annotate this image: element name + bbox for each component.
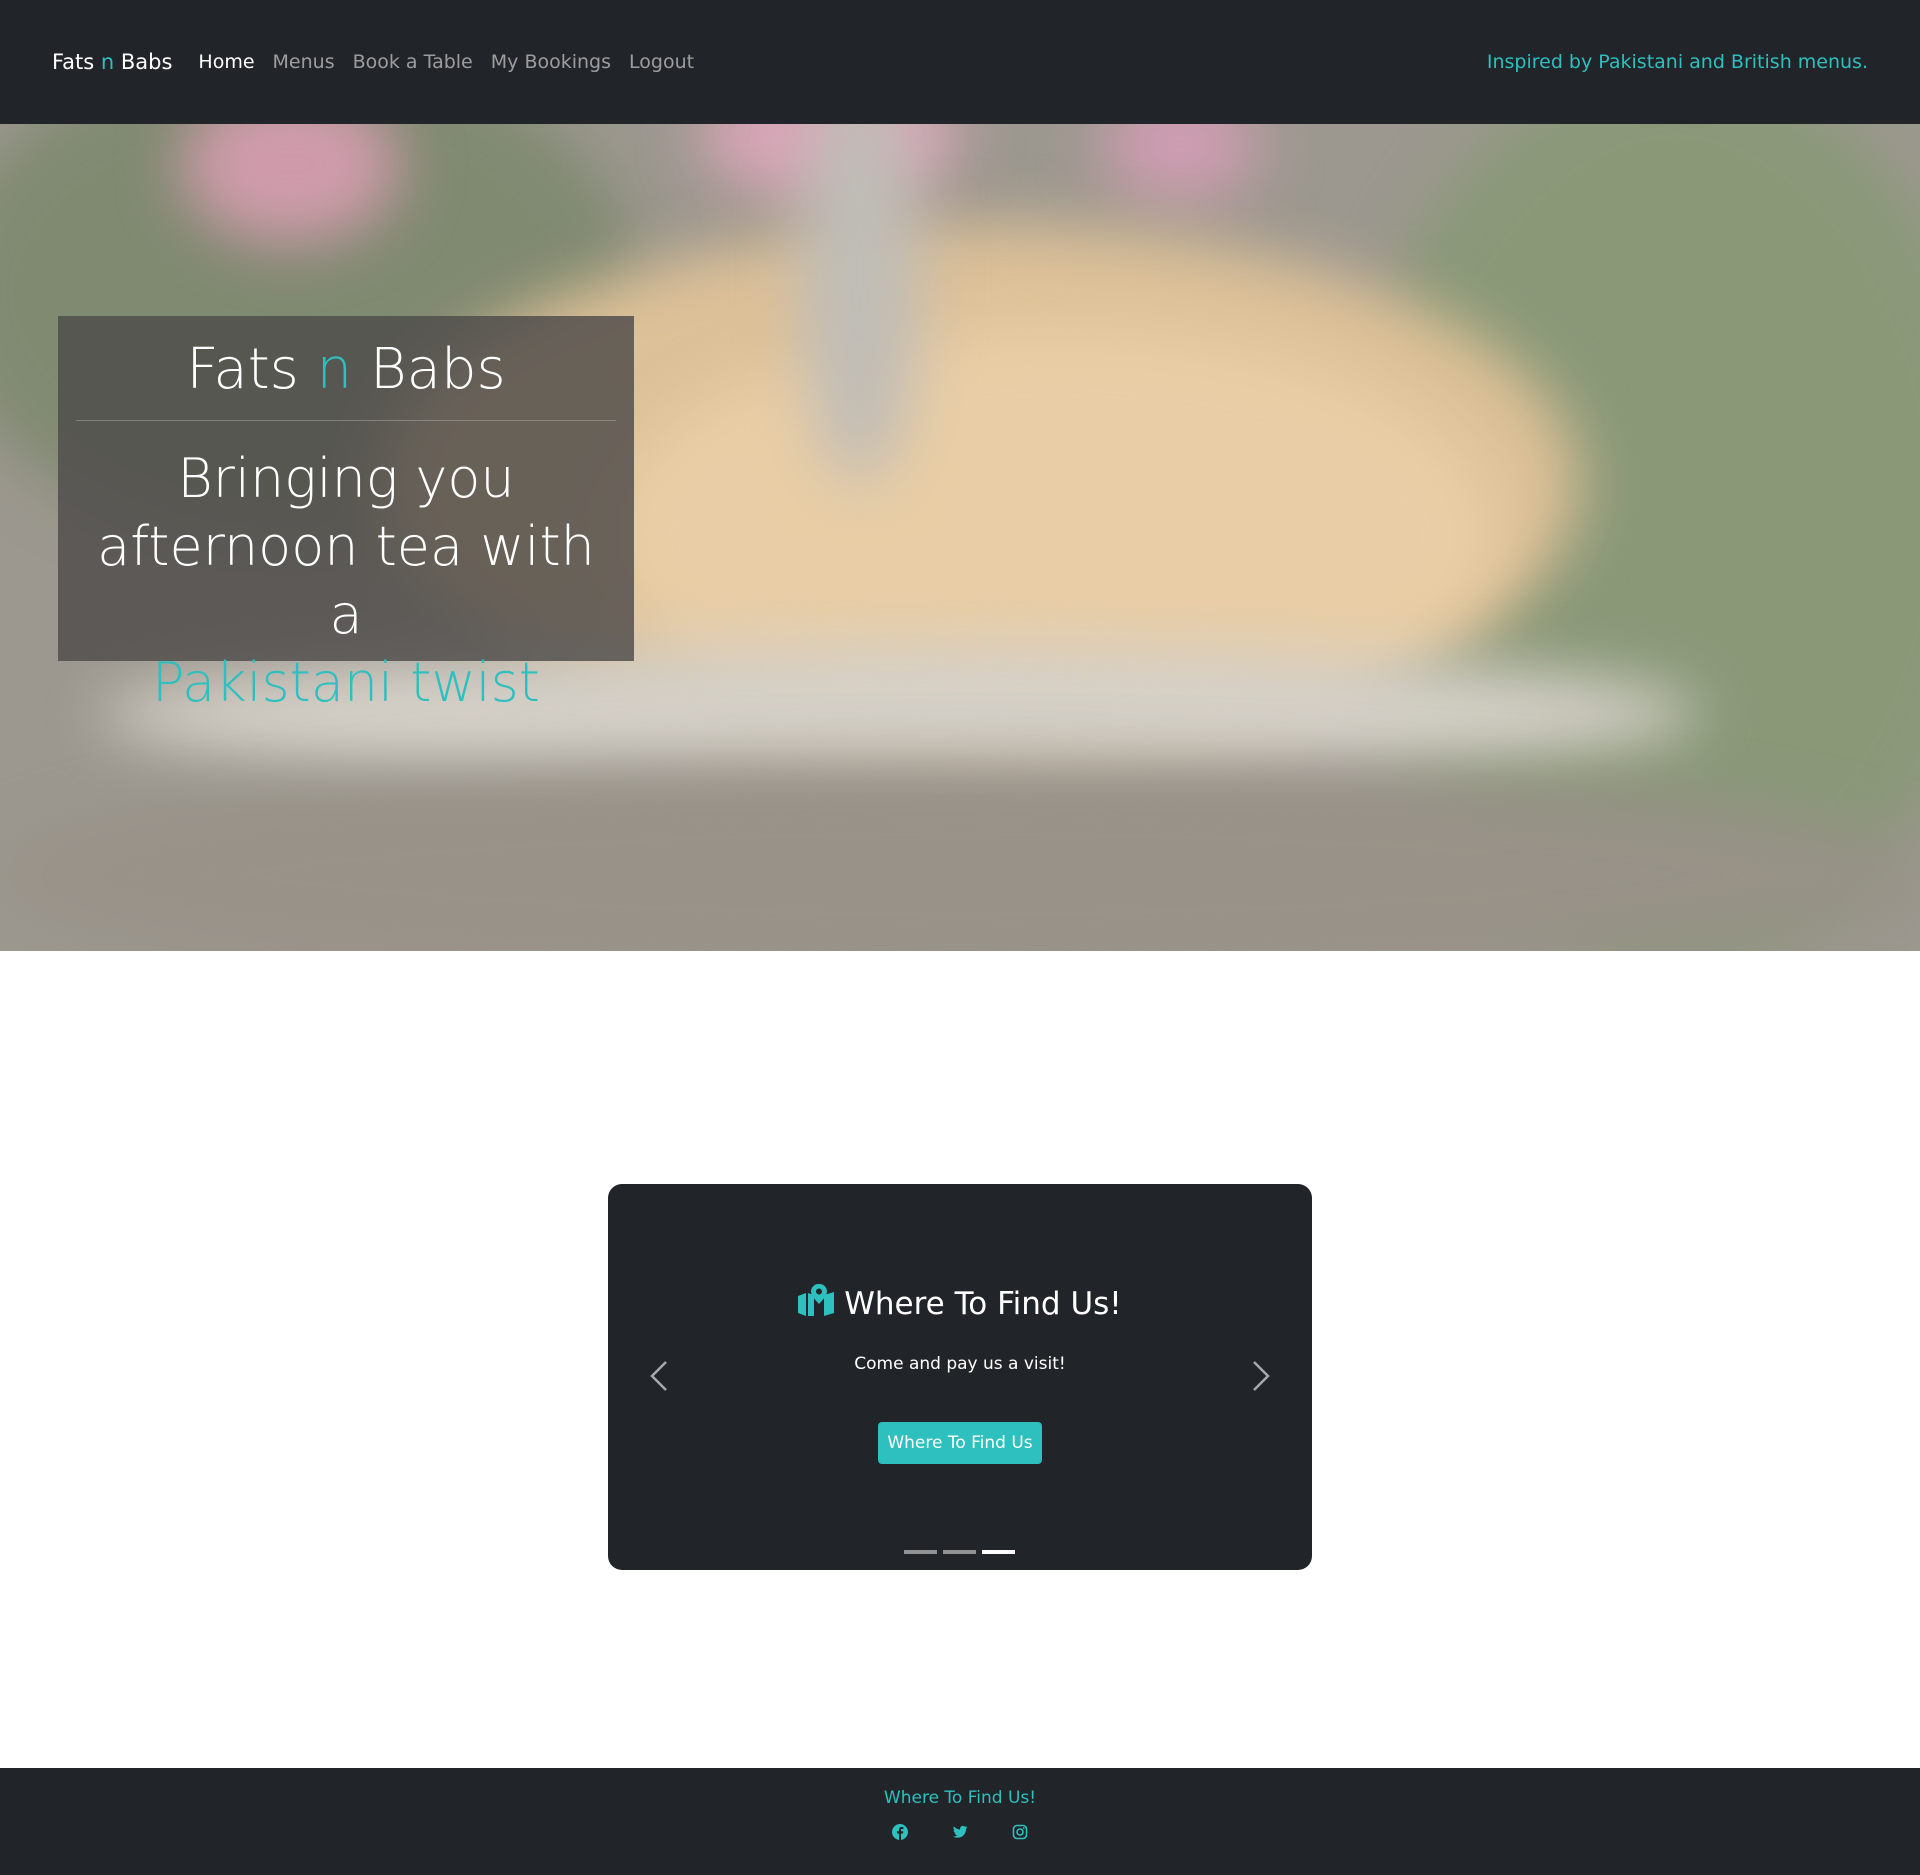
instagram-link[interactable] — [1012, 1824, 1028, 1844]
nav-home[interactable]: Home — [198, 51, 254, 73]
facebook-link[interactable] — [892, 1824, 908, 1844]
nav-my-bookings[interactable]: My Bookings — [491, 51, 611, 73]
social-links — [0, 1824, 1920, 1844]
hero-banner: Fats n Babs Bringing you afternoon tea w… — [0, 124, 1920, 951]
brand-link[interactable]: Fats n Babs — [52, 50, 172, 74]
instagram-icon — [1012, 1824, 1028, 1840]
hero-subtitle: Bringing you afternoon tea with a Pakist… — [76, 445, 616, 717]
chevron-left-icon — [650, 1361, 667, 1391]
nav-links: Home Menus Book a Table My Bookings Logo… — [198, 51, 694, 73]
hero-subtitle-line1: Bringing you — [177, 447, 515, 510]
hero-card: Fats n Babs Bringing you afternoon tea w… — [58, 316, 634, 714]
carousel-indicator-2[interactable] — [943, 1550, 976, 1554]
hero-title-part1: Fats — [186, 337, 317, 402]
footer: Where To Find Us! — [0, 1768, 1920, 1875]
facebook-icon — [892, 1824, 908, 1840]
hero-title-part2: Babs — [352, 337, 506, 402]
footer-where-to-find-us-link[interactable]: Where To Find Us! — [0, 1768, 1920, 1808]
hero-subtitle-accent: Pakistani twist — [152, 651, 540, 714]
where-to-find-us-button[interactable]: Where To Find Us — [878, 1422, 1042, 1464]
brand-part1: Fats — [52, 50, 101, 74]
slide-text: Come and pay us a visit! — [854, 1354, 1066, 1374]
nav-tagline: Inspired by Pakistani and British menus. — [1486, 51, 1868, 73]
twitter-icon — [952, 1825, 968, 1838]
slide-title: Where To Find Us! — [608, 1284, 1312, 1324]
hero-title-accent: n — [316, 337, 353, 402]
brand-part2: Babs — [114, 50, 173, 74]
hero-divider — [76, 420, 616, 421]
navbar: Fats n Babs Home Menus Book a Table My B… — [0, 0, 1920, 124]
hero-subtitle-line2: afternoon tea with a — [97, 515, 595, 646]
brand-accent: n — [100, 50, 115, 74]
carousel-indicator-3[interactable] — [982, 1550, 1015, 1554]
hero-title: Fats n Babs — [76, 316, 616, 420]
nav-book-a-table[interactable]: Book a Table — [353, 51, 473, 73]
twitter-link[interactable] — [952, 1824, 968, 1844]
carousel-indicator-1[interactable] — [904, 1550, 937, 1554]
info-carousel: Where To Find Us! Come and pay us a visi… — [608, 1184, 1312, 1570]
slide-title-text: Where To Find Us! — [844, 1286, 1122, 1322]
carousel-prev-button[interactable] — [644, 1356, 674, 1396]
nav-menus[interactable]: Menus — [273, 51, 335, 73]
carousel-next-button[interactable] — [1246, 1356, 1276, 1396]
nav-logout[interactable]: Logout — [629, 51, 694, 73]
map-location-icon — [798, 1284, 835, 1324]
carousel-indicators — [904, 1550, 1015, 1554]
chevron-right-icon — [1253, 1361, 1270, 1391]
